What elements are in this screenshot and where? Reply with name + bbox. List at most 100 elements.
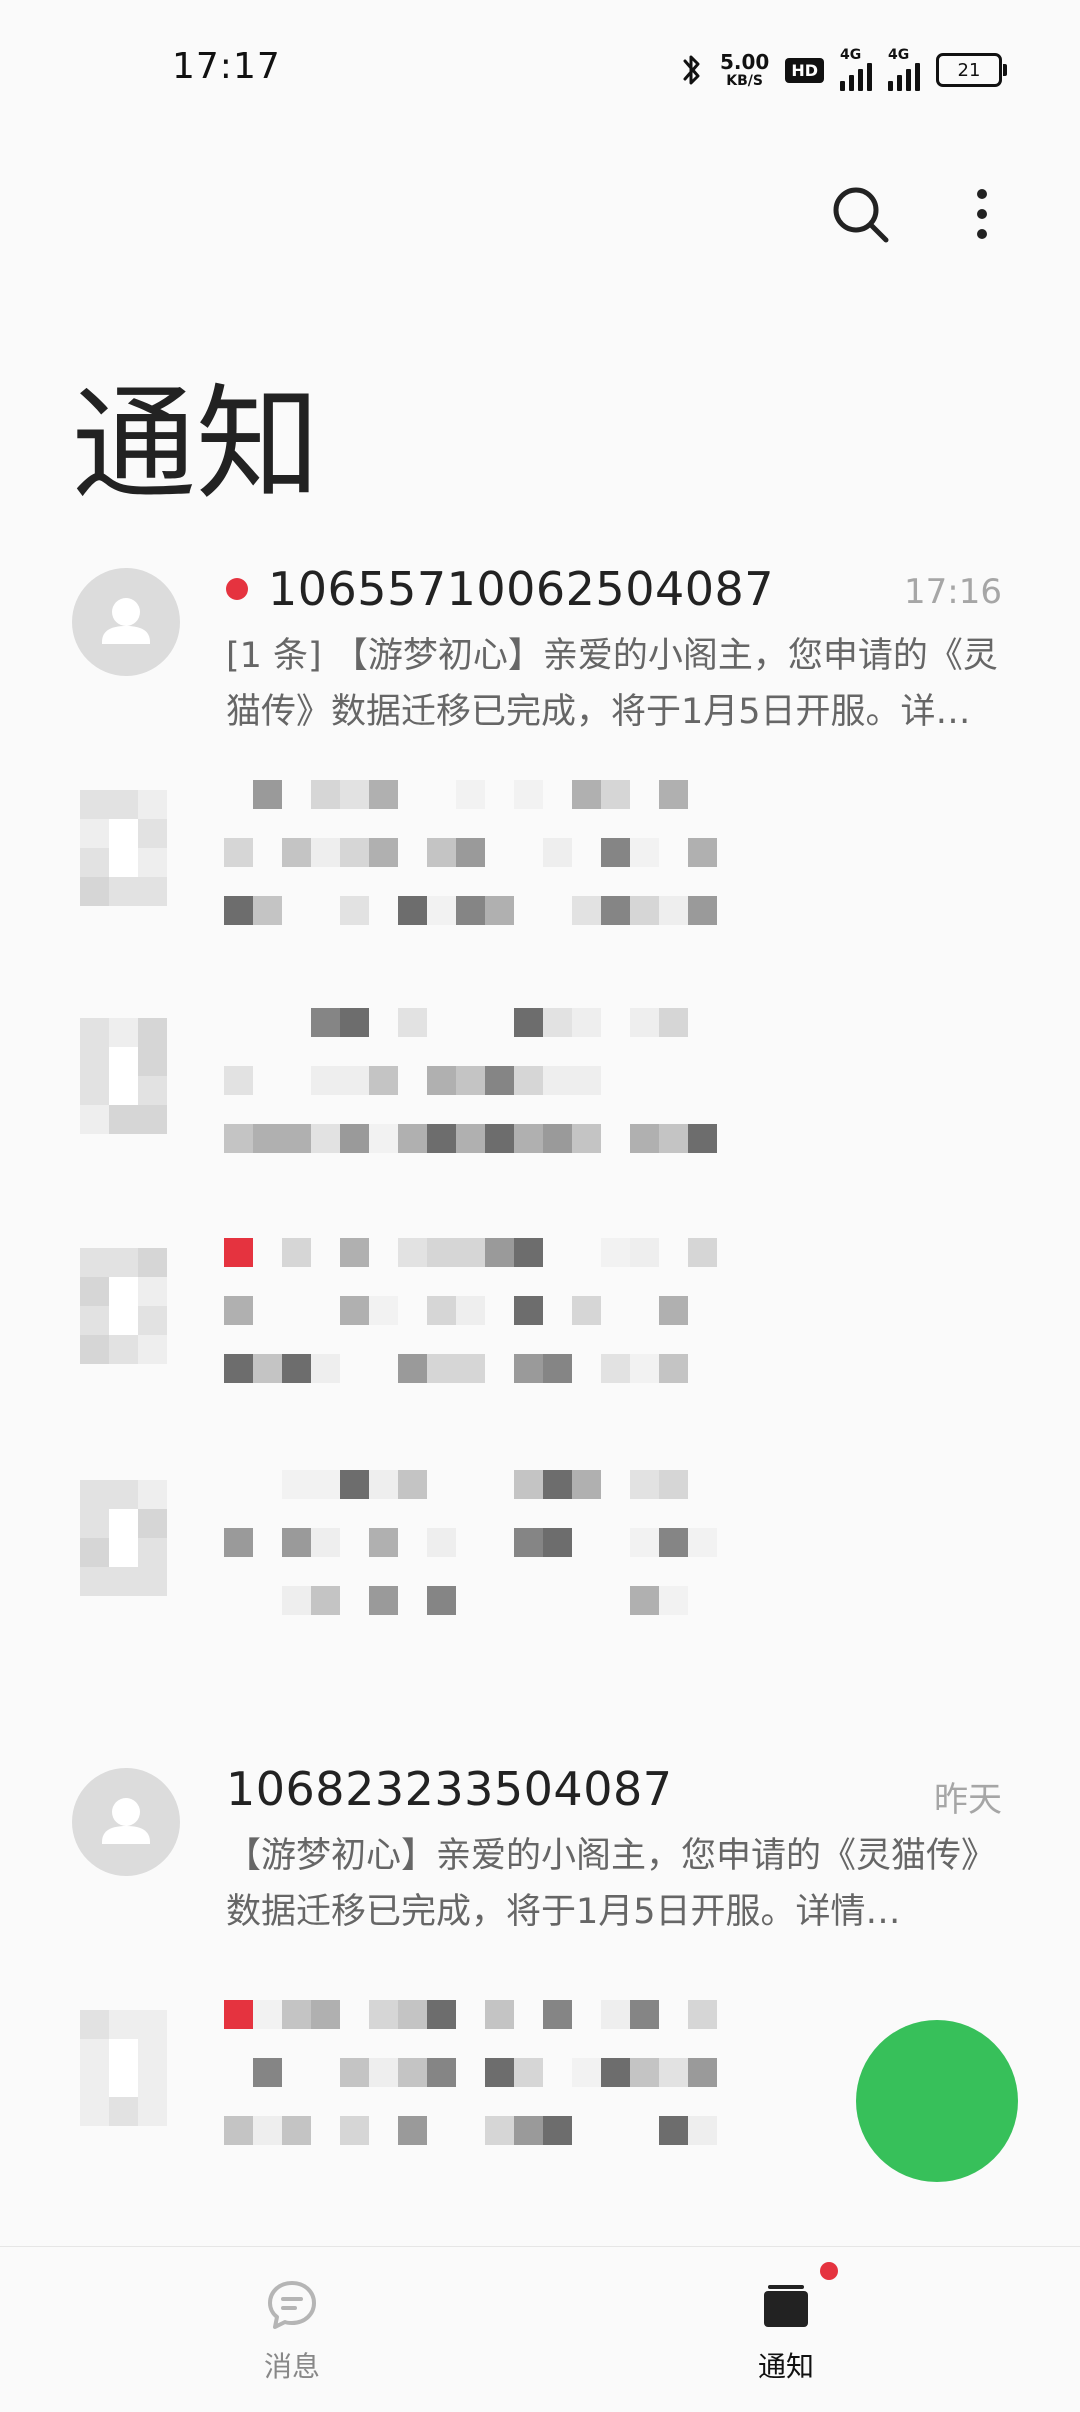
redacted-pixel [688,2116,717,2145]
redacted-pixel [369,2000,398,2029]
nav-label: 消息 [263,2350,320,2383]
redacted-pixel [398,1238,427,1267]
redacted-pixel [253,2000,282,2029]
signal-bar [906,69,911,91]
redacted-avatar [80,1480,170,1596]
redacted-pixel [369,1586,398,1615]
redacted-pixel [282,1528,311,1557]
message-preview: 【游梦初心】亲爱的小阁主，您申请的《灵猫传》数据迁移已完成，将于1月5日开服。详… [226,1836,997,1932]
nav-item-notifications[interactable]: 通知 [686,2277,886,2385]
redacted-pixel [543,1354,572,1383]
redacted-pixel [485,1124,514,1153]
person-icon [102,598,150,644]
redacted-pixel [224,896,253,925]
sender-line: 10655710062504087 [226,562,774,616]
redacted-pixel [427,1296,456,1325]
redacted-pixel [224,2116,253,2145]
redacted-pixel [311,1470,340,1499]
redacted-pixel [427,1124,456,1153]
redacted-pixel [427,1354,456,1383]
redacted-pixel [253,1354,282,1383]
redacted-pixel [282,1354,311,1383]
nav-item-messages[interactable]: 消息 [192,2277,392,2385]
redacted-pixel [340,1008,369,1037]
redacted-pixel [630,1528,659,1557]
redacted-pixel [543,2116,572,2145]
redacted-pixel [282,1238,311,1267]
redacted-pixel [659,1586,688,1615]
redacted-pixel [630,1586,659,1615]
redacted-pixel [630,838,659,867]
redacted-pixel [398,896,427,925]
redacted-pixel [398,2058,427,2087]
redacted-pixel [282,2000,311,2029]
redacted-avatar [80,2010,170,2126]
redacted-pixel [572,1296,601,1325]
redacted-pixel [659,2116,688,2145]
redacted-pixel [688,1238,717,1267]
redacted-pixel [311,1354,340,1383]
signal-icon-1: 4G [840,47,872,91]
redacted-pixel [311,780,340,809]
redacted-pixel [282,1470,311,1499]
redacted-pixel [340,1296,369,1325]
message-row[interactable]: 10655710062504087 17:16 [1 条] 【游梦初心】亲爱的小… [0,520,1080,750]
page-title: 通知 [72,373,321,518]
redacted-pixel [311,1066,340,1095]
redacted-pixel [427,1066,456,1095]
search-button[interactable] [828,182,892,246]
redacted-avatar [80,1248,170,1364]
redacted-pixel [514,1124,543,1153]
redacted-pixel [601,838,630,867]
redacted-pixel [543,1470,572,1499]
redacted-pixel [456,896,485,925]
speed-value: 5.00 [719,50,770,74]
redacted-pixel [572,896,601,925]
redacted-pixel [340,780,369,809]
notification-badge [820,2262,838,2280]
redacted-pixel [688,2058,717,2087]
compose-fab[interactable] [856,2020,1018,2182]
redacted-pixel [282,838,311,867]
redacted-pixel [688,1124,717,1153]
chat-bubble-icon [268,2281,316,2329]
redacted-pixel [514,1066,543,1095]
redacted-pixel [398,2000,427,2029]
redacted-pixel [340,2116,369,2145]
redacted-pixel [311,1528,340,1557]
redacted-pixel [514,1470,543,1499]
redacted-pixel [427,2000,456,2029]
redacted-pixel [253,2116,282,2145]
redacted-pixel [224,838,253,867]
signal-bar [888,81,893,91]
redacted-pixel [514,1238,543,1267]
redacted-pixel [514,1354,543,1383]
network-speed: 5.00 KB/S [720,52,769,88]
redacted-pixel [427,896,456,925]
message-time: 昨天 [934,1780,1002,1820]
redacted-pixel [630,1008,659,1037]
redacted-avatar [80,1018,170,1134]
more-options-button[interactable] [958,182,1006,246]
redacted-pixel [253,780,282,809]
redacted-pixel [485,896,514,925]
redacted-pixel [659,1354,688,1383]
signal-bar [915,63,920,91]
redacted-pixel [311,2000,340,2029]
redacted-pixel [369,1124,398,1153]
redacted-pixel [369,780,398,809]
redacted-pixel [369,1528,398,1557]
redacted-pixel [630,2058,659,2087]
redacted-pixel [485,2058,514,2087]
redacted-pixel [543,1528,572,1557]
signal-bar [897,75,902,91]
message-row[interactable]: 106823233504087 昨天 【游梦初心】亲爱的小阁主，您申请的《灵猫传… [0,1720,1080,1950]
redacted-pixel [514,780,543,809]
message-time: 17:16 [904,572,1002,612]
redacted-avatar [80,790,170,906]
search-icon [833,187,889,243]
nav-label: 通知 [757,2350,814,2383]
redacted-pixel [398,1124,427,1153]
redacted-pixel [659,896,688,925]
redacted-pixel [456,1296,485,1325]
